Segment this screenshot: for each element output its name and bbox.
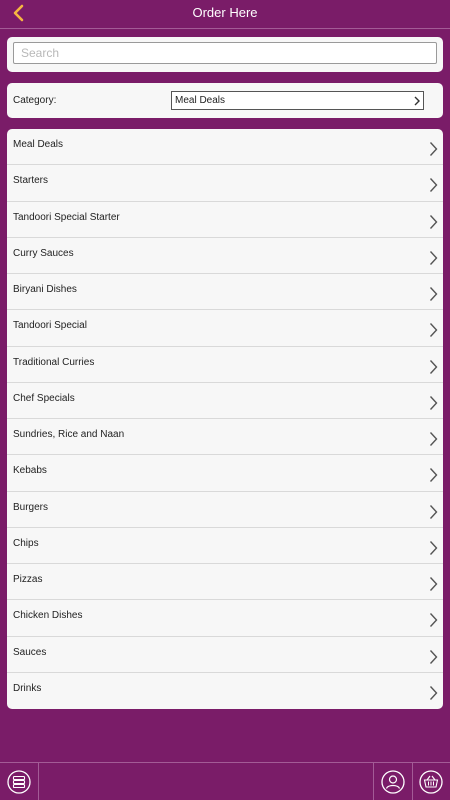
list-item-label: Sauces <box>13 646 47 658</box>
chevron-right-icon <box>429 395 438 410</box>
list-item-kebabs[interactable]: Kebabs <box>7 455 443 492</box>
chevron-right-icon <box>429 540 438 555</box>
list-item-burgers[interactable]: Burgers <box>7 492 443 528</box>
list-item-traditional-curries[interactable]: Traditional Curries <box>7 347 443 383</box>
list-item-tandoori-special-starter[interactable]: Tandoori Special Starter <box>7 202 443 238</box>
chevron-right-icon <box>429 250 438 265</box>
list-item-meal-deals[interactable]: Meal Deals <box>7 129 443 166</box>
list-item-label: Chicken Dishes <box>13 610 83 622</box>
chevron-right-icon <box>429 649 438 664</box>
header-bar: Order Here <box>0 0 450 29</box>
list-item-label: Drinks <box>13 682 42 694</box>
search-input[interactable] <box>13 42 437 64</box>
list-item-label: Tandoori Special <box>13 320 87 332</box>
list-item-label: Pizzas <box>13 574 43 585</box>
list-item-label: Chips <box>13 537 39 549</box>
user-icon[interactable] <box>381 770 405 794</box>
bar-divider <box>412 763 413 800</box>
list-item-label: Tandoori Special Starter <box>13 211 120 223</box>
basket-icon[interactable] <box>419 770 443 794</box>
list-item-tandoori-special[interactable]: Tandoori Special <box>7 310 443 347</box>
list-item-biryani-dishes[interactable]: Biryani Dishes <box>7 274 443 311</box>
menu-list-icon[interactable] <box>7 770 31 794</box>
list-item-drinks[interactable]: Drinks <box>7 673 443 709</box>
list-item-sauces[interactable]: Sauces <box>7 637 443 673</box>
chevron-right-icon <box>429 613 438 628</box>
chevron-right-icon <box>429 323 438 338</box>
category-selected-value: Meal Deals <box>175 95 226 106</box>
list-item-chips[interactable]: Chips <box>7 528 443 564</box>
chevron-right-icon <box>429 468 438 483</box>
chevron-right-icon <box>429 214 438 229</box>
list-item-label: Kebabs <box>13 465 47 477</box>
list-item-starters[interactable]: Starters <box>7 165 443 202</box>
list-item-label: Burgers <box>13 501 49 513</box>
chevron-right-icon <box>429 142 438 156</box>
list-item-chef-specials[interactable]: Chef Specials <box>7 383 443 419</box>
list-item-label: Chef Specials <box>13 392 75 404</box>
chevron-right-icon <box>414 96 420 106</box>
list-item-label: Starters <box>13 175 49 187</box>
list-item-pizzas[interactable]: Pizzas <box>7 564 443 601</box>
chevron-right-icon <box>429 359 438 374</box>
chevron-right-icon <box>429 432 438 446</box>
chevron-right-icon <box>429 287 438 301</box>
chevron-right-icon <box>429 178 438 193</box>
list-item-label: Curry Sauces <box>13 247 74 259</box>
bottom-tab-bar <box>0 762 450 800</box>
list-item-chicken-dishes[interactable]: Chicken Dishes <box>7 600 443 637</box>
page-title: Order Here <box>192 5 258 20</box>
bar-divider <box>38 763 39 800</box>
list-item-label: Traditional Curries <box>13 356 95 368</box>
search-card <box>7 37 443 72</box>
menu-category-list: Meal Deals Starters Tandoori Special Sta… <box>7 129 443 709</box>
chevron-right-icon <box>429 685 438 700</box>
chevron-right-icon <box>429 504 438 519</box>
list-item-label: Meal Deals <box>13 139 64 150</box>
category-dropdown[interactable]: Meal Deals <box>171 91 424 110</box>
list-item-label: Sundries, Rice and Naan <box>13 429 125 440</box>
list-item-sundries-rice-naan[interactable]: Sundries, Rice and Naan <box>7 419 443 456</box>
list-item-label: Biryani Dishes <box>13 284 77 295</box>
list-item-curry-sauces[interactable]: Curry Sauces <box>7 238 443 274</box>
chevron-right-icon <box>429 577 438 591</box>
category-label: Category: <box>13 95 57 106</box>
bar-divider <box>373 763 374 800</box>
category-card: Category: Meal Deals <box>7 83 443 118</box>
